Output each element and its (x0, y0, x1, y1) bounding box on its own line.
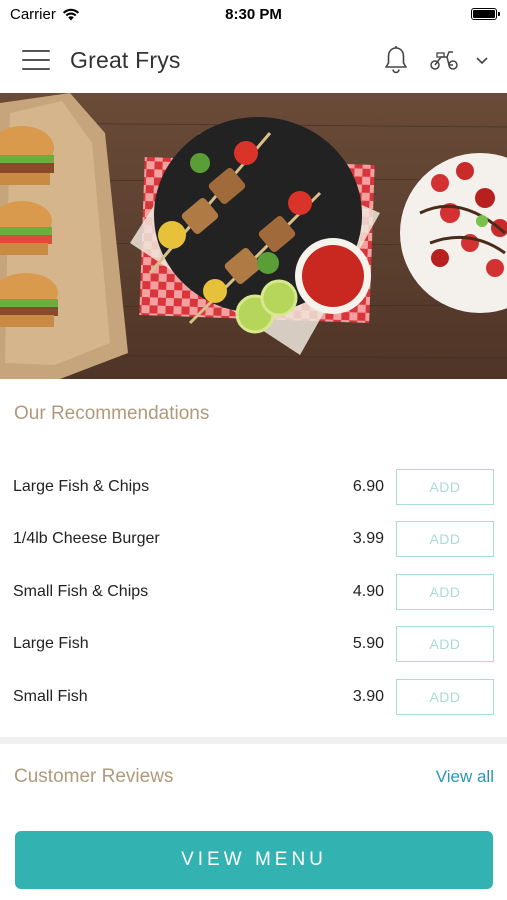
item-name: Large Fish & Chips (13, 478, 150, 495)
list-item: 1/4lb Cheese Burger 3.99 ADD (0, 521, 507, 561)
add-button[interactable]: ADD (396, 469, 494, 505)
view-all-link[interactable]: View all (436, 767, 494, 787)
list-item: Small Fish 3.90 ADD (0, 679, 507, 719)
section-divider (0, 737, 507, 744)
header-actions (383, 45, 489, 75)
status-bar: Carrier 8:30 PM (0, 0, 507, 28)
add-button[interactable]: ADD (396, 626, 494, 662)
item-name: Small Fish & Chips (13, 583, 149, 600)
item-name: Large Fish (13, 635, 89, 652)
page-title: Great Frys (70, 46, 181, 73)
add-button[interactable]: ADD (396, 574, 494, 610)
scooter-icon[interactable] (429, 48, 461, 72)
list-item: Large Fish 5.90 ADD (0, 626, 507, 666)
hamburger-menu-icon[interactable] (22, 50, 50, 70)
item-price: 5.90 (352, 635, 384, 652)
bell-icon[interactable] (383, 45, 409, 75)
item-price: 3.99 (352, 530, 384, 547)
view-menu-button[interactable]: VIEW MENU (15, 831, 493, 889)
list-item: Small Fish & Chips 4.90 ADD (0, 574, 507, 614)
item-price: 4.90 (352, 583, 384, 600)
recommendations-title: Our Recommendations (14, 403, 210, 424)
status-time: 8:30 PM (225, 5, 282, 23)
app-header: Great Frys (0, 28, 507, 92)
item-price: 6.90 (352, 478, 384, 495)
add-button[interactable]: ADD (396, 521, 494, 557)
item-name: Small Fish (13, 688, 88, 705)
reviews-title: Customer Reviews (14, 766, 174, 787)
battery-icon (471, 8, 500, 20)
item-name: 1/4lb Cheese Burger (13, 530, 160, 547)
list-item: Large Fish & Chips 6.90 ADD (0, 469, 507, 509)
hero-food-image (0, 93, 507, 379)
item-price: 3.90 (352, 688, 384, 705)
add-button[interactable]: ADD (396, 679, 494, 715)
chevron-down-icon[interactable] (475, 55, 489, 65)
